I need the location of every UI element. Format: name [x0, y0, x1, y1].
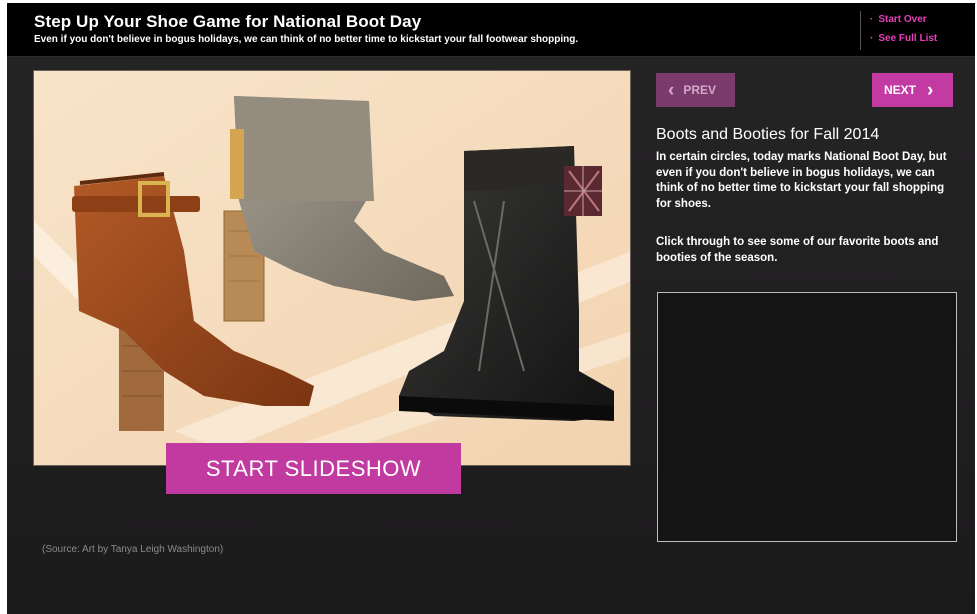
see-full-list-link[interactable]: · See Full List [870, 33, 937, 44]
slide-image[interactable] [33, 70, 631, 466]
next-label: NEXT [884, 83, 917, 97]
start-over-link[interactable]: · Start Over [870, 14, 927, 25]
chevron-right-icon: › [927, 79, 934, 101]
see-full-list-label: See Full List [878, 33, 938, 44]
next-button[interactable]: NEXT › [872, 73, 953, 107]
page-subtitle: Even if you don't believe in bogus holid… [34, 34, 579, 45]
boots-illustration [34, 71, 630, 465]
slideshow-frame: Step Up Your Shoe Game for National Boot… [7, 3, 975, 614]
page-title: Step Up Your Shoe Game for National Boot… [34, 12, 422, 31]
header-divider [860, 11, 861, 50]
chevron-left-icon: ‹ [668, 79, 675, 101]
start-over-label: Start Over [878, 14, 927, 25]
slide-description: In certain circles, today marks National… [656, 151, 947, 210]
prev-button[interactable]: ‹ PREV [656, 73, 735, 107]
slide-instructions: Click through to see some of our favorit… [656, 236, 939, 264]
bullet-icon: · [870, 33, 874, 44]
bullet-icon: · [870, 14, 874, 25]
ad-placeholder[interactable] [657, 292, 957, 542]
slide-title: Boots and Booties for Fall 2014 [656, 126, 880, 143]
header-bar: Step Up Your Shoe Game for National Boot… [7, 3, 975, 57]
prev-label: PREV [683, 83, 717, 97]
image-source-caption: (Source: Art by Tanya Leigh Washington) [42, 544, 224, 555]
start-slideshow-button[interactable]: START SLIDESHOW [166, 443, 461, 494]
